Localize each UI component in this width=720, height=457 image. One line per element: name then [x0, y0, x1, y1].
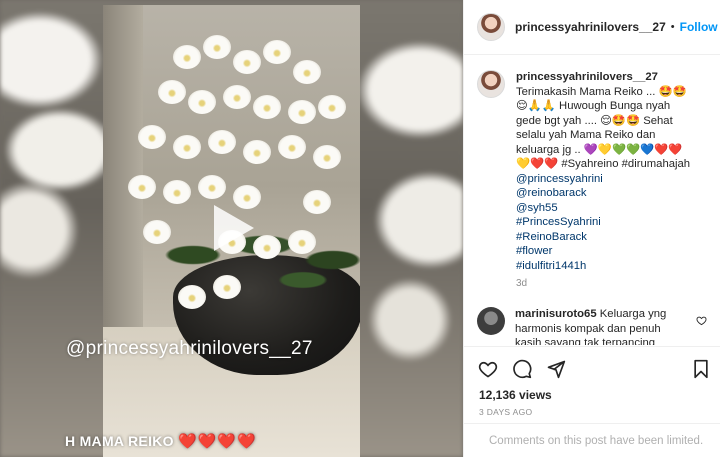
video-watermark: @princessyahrinilovers__27 — [66, 338, 313, 359]
comments-section[interactable]: princessyahrinilovers__27 Terimakasih Ma… — [464, 56, 720, 345]
orchid-flower — [288, 230, 316, 254]
orchid-flower — [313, 145, 341, 169]
bookmark-icon[interactable] — [691, 359, 711, 379]
orchid-flower — [213, 275, 241, 299]
caption-line: 💛❤️❤️ #Syahreino #dirumahajah — [516, 158, 691, 170]
caption-line: Terimakasih Mama Reiko ... 🤩🤩 — [516, 85, 687, 98]
orchid-flower — [188, 90, 216, 114]
orchid-flower — [173, 45, 201, 69]
caption-line: 😌🙏🙏 Huwough Bunga nyah — [516, 100, 671, 112]
hashtag-link[interactable]: #idulfitri1441h — [516, 259, 706, 274]
post-details-panel: princessyahrinilovers__27 • Follow princ… — [463, 0, 720, 457]
orchid-flower — [138, 125, 166, 149]
orchid-flower — [203, 35, 231, 59]
mention-link[interactable]: @syh55 — [516, 201, 706, 216]
avatar[interactable] — [477, 13, 505, 41]
video-caption-hearts: ❤️❤️❤️❤️ — [178, 433, 257, 450]
orchid-flower — [293, 60, 321, 84]
comment-icon[interactable] — [512, 359, 532, 379]
orchid-flower — [243, 140, 271, 164]
comment-username[interactable]: marinisuroto65 — [515, 308, 597, 320]
video-caption: H MAMA REIKO ❤️❤️❤️❤️ — [65, 432, 257, 450]
action-icons — [478, 359, 566, 379]
orchid-flower — [288, 100, 316, 124]
heart-icon[interactable] — [478, 359, 498, 379]
orchid-flower — [173, 135, 201, 159]
hashtag-link[interactable]: #ReinoBarack — [516, 230, 706, 245]
caption-line: selalu yah Mama Reiko dan — [516, 129, 656, 141]
avatar[interactable] — [477, 307, 505, 335]
orchid-flower — [233, 50, 261, 74]
orchid-flower — [278, 135, 306, 159]
video-caption-text: H MAMA REIKO — [65, 433, 174, 449]
caption-username[interactable]: princessyahrinilovers__27 — [516, 70, 706, 85]
heart-icon[interactable] — [696, 315, 707, 326]
caption-time[interactable]: 3d — [516, 278, 527, 289]
orchid-flower — [318, 95, 346, 119]
orchid-flower — [223, 85, 251, 109]
orchid-flower — [128, 175, 156, 199]
caption-line: gede bgt yah .... 😌🤩🤩 Sehat — [516, 114, 673, 127]
comments-limited-notice: Comments on this post have been limited. — [464, 423, 720, 457]
hashtag-link[interactable]: #flower — [516, 244, 706, 259]
header-username[interactable]: princessyahrinilovers__27 — [515, 20, 666, 34]
caption: princessyahrinilovers__27 Terimakasih Ma… — [477, 70, 706, 273]
actions-section: 12,136 views 3 DAYS AGO Comments on this… — [464, 346, 720, 457]
post-header: princessyahrinilovers__27 • Follow — [464, 0, 720, 55]
follow-button[interactable]: Follow — [680, 20, 718, 34]
separator-dot: • — [670, 21, 675, 33]
orchid-flower — [198, 175, 226, 199]
orchid-flower — [253, 95, 281, 119]
instagram-post: @princessyahrinilovers__27 H MAMA REIKO … — [0, 0, 720, 457]
avatar[interactable] — [477, 70, 505, 98]
mention-link[interactable]: @reinobarack — [516, 186, 706, 201]
orchid-flower — [178, 285, 206, 309]
hashtag-link[interactable]: #PrincesSyahrini — [516, 215, 706, 230]
share-icon[interactable] — [546, 359, 566, 379]
comment: marinisuroto65 Keluarga yng harmonis kom… — [477, 307, 717, 345]
play-icon[interactable] — [208, 203, 258, 253]
orchid-flower — [263, 40, 291, 64]
post-media[interactable]: @princessyahrinilovers__27 H MAMA REIKO … — [0, 0, 463, 457]
orchid-flower — [158, 80, 186, 104]
caption-line: keluarga jg .. 💜💛💚💚💙❤️❤️ — [516, 143, 683, 156]
comment-body: marinisuroto65 Keluarga yng harmonis kom… — [515, 307, 690, 345]
orchid-flower — [143, 220, 171, 244]
orchid-flower — [163, 180, 191, 204]
orchid-flower — [303, 190, 331, 214]
view-count[interactable]: 12,136 views — [479, 388, 552, 402]
mention-link[interactable]: @princessyahrini — [516, 172, 706, 187]
post-date[interactable]: 3 DAYS AGO — [479, 407, 532, 417]
caption-body: princessyahrinilovers__27 Terimakasih Ma… — [516, 70, 706, 273]
orchid-flower — [208, 130, 236, 154]
